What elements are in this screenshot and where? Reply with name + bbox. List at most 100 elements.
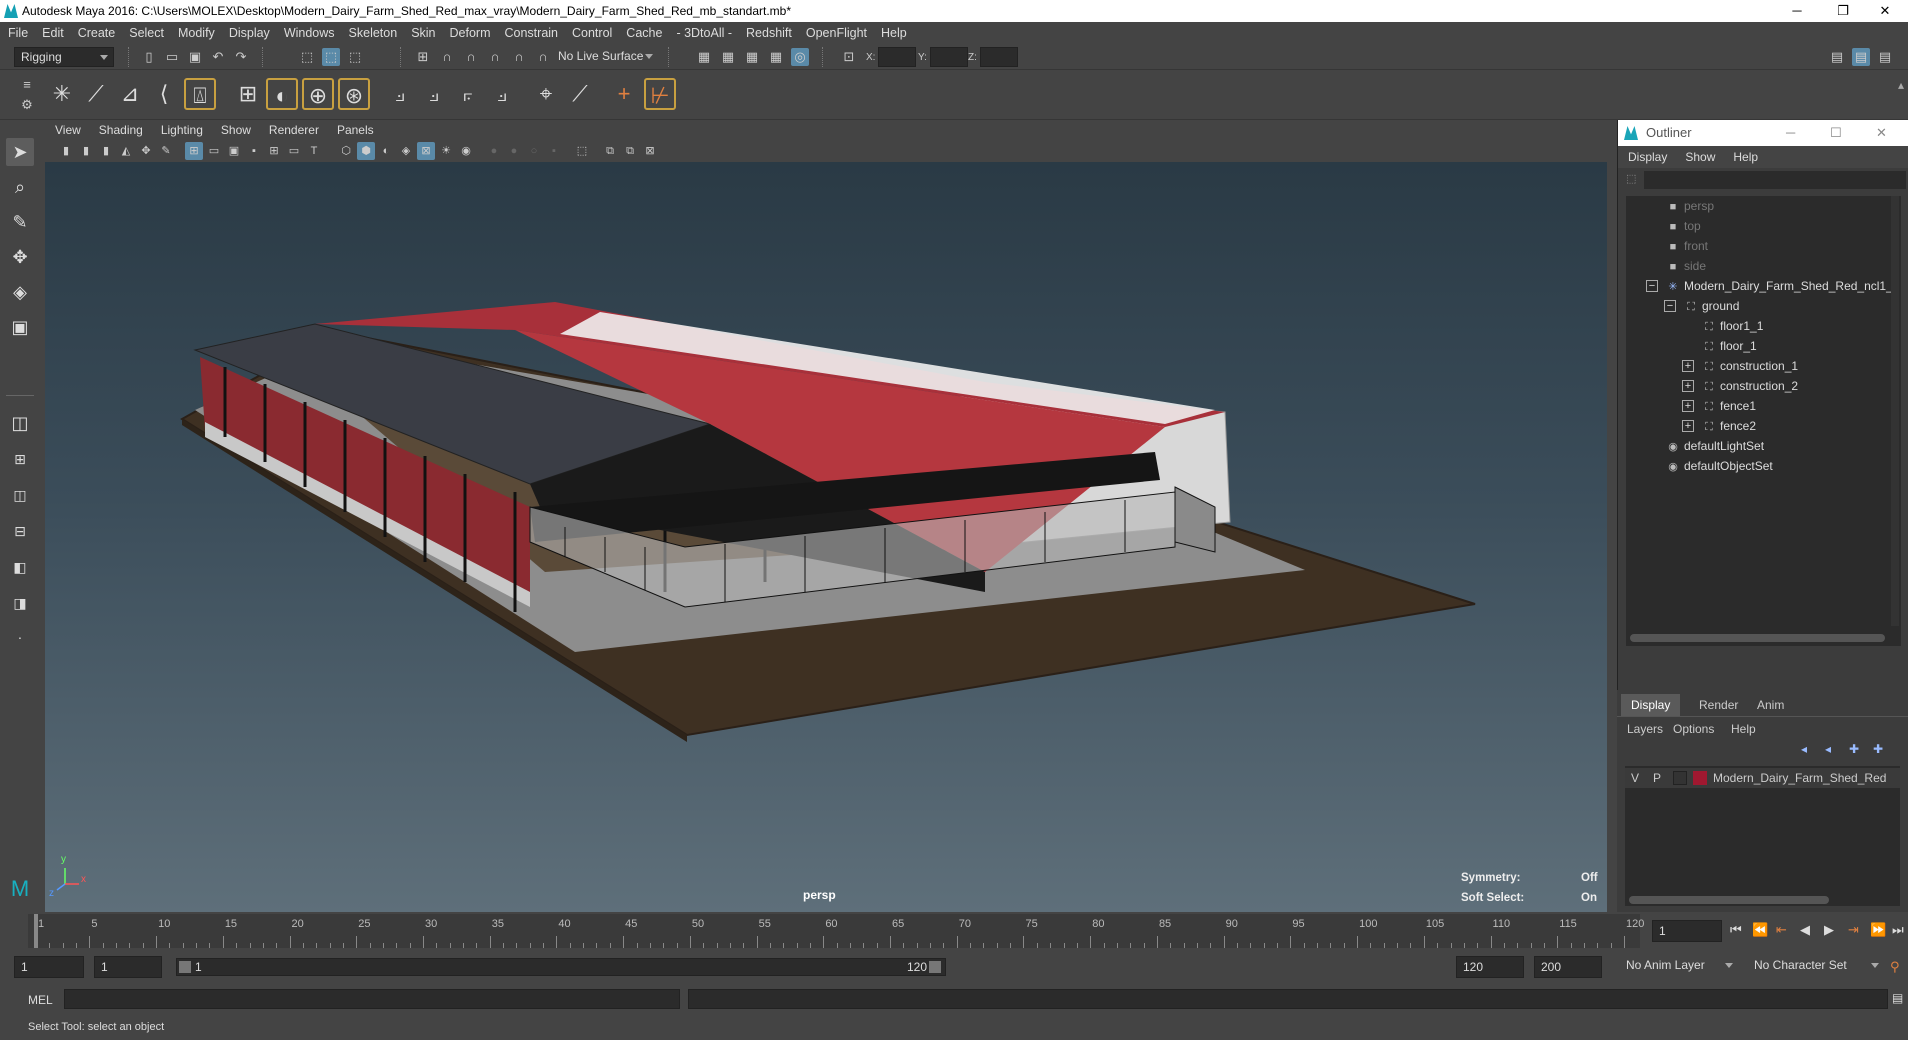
step-back-frame-icon[interactable]: ⇤ — [1776, 922, 1787, 938]
image-plane-icon[interactable]: ◭ — [117, 142, 135, 160]
safe-action-icon[interactable]: ▭ — [285, 142, 303, 160]
menu-select[interactable]: Select — [129, 26, 164, 40]
textured-icon[interactable]: ◈ — [397, 142, 415, 160]
outliner-item-construction-1[interactable]: ⛶ construction_1 — [1702, 356, 1798, 376]
step-forward-frame-icon[interactable]: ⇥ — [1848, 922, 1859, 938]
mel-label[interactable]: MEL — [28, 993, 53, 1007]
outliner-item-fence1[interactable]: ⛶ fence1 — [1702, 396, 1756, 416]
outliner-item-front[interactable]: ■ front — [1666, 236, 1708, 256]
panel-menu-view[interactable]: View — [55, 123, 81, 137]
collapse-toggle-icon[interactable]: − — [1646, 280, 1658, 292]
collapse-toggle-icon[interactable]: − — [1664, 300, 1676, 312]
menu-file[interactable]: File — [8, 26, 28, 40]
multisample-icon[interactable]: ● — [505, 142, 523, 160]
snap-surface-icon[interactable]: ∩ — [486, 48, 504, 66]
snap-curve-icon[interactable]: ∩ — [438, 48, 456, 66]
persp-graph-layout-icon[interactable]: ⊟ — [6, 517, 34, 545]
shadows-icon[interactable]: ☀ — [437, 142, 455, 160]
layer-color-swatch[interactable] — [1693, 771, 1707, 785]
isolate-select-icon[interactable]: ▪ — [545, 142, 563, 160]
open-scene-icon[interactable]: ▭ — [163, 48, 181, 66]
joint-tool-icon[interactable]: ✳ — [46, 78, 78, 110]
playback-start-field[interactable]: 1 — [94, 956, 162, 978]
snap-point-icon[interactable]: ∩ — [462, 48, 480, 66]
shelf-settings-icon[interactable]: ⚙ — [18, 96, 36, 114]
persp-outliner-layout-icon[interactable]: ◧ — [6, 553, 34, 581]
new-scene-icon[interactable]: ▯ — [140, 48, 158, 66]
undo-icon[interactable]: ↶ — [209, 48, 227, 66]
panel-menu-shading[interactable]: Shading — [99, 123, 143, 137]
animation-start-field[interactable]: 1 — [14, 956, 84, 978]
orient-constraint-icon[interactable]: ⊬ — [644, 78, 676, 110]
outliner-maximize-button[interactable]: ☐ — [1830, 120, 1842, 146]
menu-skin[interactable]: Skin — [411, 26, 435, 40]
render-current-icon[interactable]: ▦ — [719, 48, 737, 66]
use-all-lights-icon[interactable]: ⊠ — [417, 142, 435, 160]
play-forward-icon[interactable]: ▶ — [1824, 922, 1834, 938]
menu-display[interactable]: Display — [229, 26, 270, 40]
auto-key-icon[interactable]: ⚲ — [1890, 959, 1900, 975]
x-field[interactable] — [878, 47, 916, 67]
layer-playback-toggle[interactable]: P — [1653, 771, 1661, 785]
menu-create[interactable]: Create — [78, 26, 116, 40]
layer-menu-options[interactable]: Options — [1673, 722, 1714, 736]
render-settings-icon[interactable]: ▦ — [767, 48, 785, 66]
playback-end-field[interactable]: 120 — [1456, 956, 1524, 978]
outliner-menu-display[interactable]: Display — [1628, 150, 1667, 164]
outliner-item-fence2[interactable]: ⛶ fence2 — [1702, 416, 1756, 436]
outliner-v-scrollbar[interactable] — [1891, 196, 1899, 626]
attribute-editor-icon[interactable]: ▤ — [1852, 48, 1870, 66]
bind-skin-icon[interactable]: ⊞ — [232, 78, 264, 110]
outliner-layout-icon[interactable]: ◨ — [6, 589, 34, 617]
orient-joint-icon[interactable]: ⟓ — [384, 78, 416, 110]
go-to-end-icon[interactable]: ⏭ — [1892, 922, 1904, 938]
filter-icon[interactable]: ⬚ — [1626, 172, 1636, 185]
anim-layer-dropdown[interactable]: No Anim Layer — [1620, 956, 1738, 976]
time-ruler[interactable]: 1 5 10 15 20 25 30 35 40 45 50 55 60 65 70 75 80 85 90 95 10… — [28, 914, 1644, 948]
mirror-joint-icon[interactable]: ⟨ — [148, 78, 180, 110]
menu-control[interactable]: Control — [572, 26, 612, 40]
humanik-icon[interactable]: ⍍ — [184, 78, 216, 110]
paint-weights-icon[interactable]: ⊛ — [338, 78, 370, 110]
menu-cache[interactable]: Cache — [626, 26, 662, 40]
step-back-key-icon[interactable]: ⏪ — [1752, 922, 1768, 938]
menu-skeleton[interactable]: Skeleton — [349, 26, 398, 40]
range-slider[interactable]: 1 120 — [176, 958, 946, 976]
outliner-item-default-light-set[interactable]: ◉ defaultLightSet — [1666, 436, 1764, 456]
menu-windows[interactable]: Windows — [284, 26, 335, 40]
layer-row[interactable]: V P Modern_Dairy_Farm_Shed_Red — [1625, 768, 1900, 788]
camera-select-icon[interactable]: ▮ — [57, 142, 75, 160]
mel-input[interactable] — [64, 989, 680, 1009]
live-surface-field[interactable]: No Live Surface — [552, 47, 658, 67]
menu-help[interactable]: Help — [881, 26, 907, 40]
xray-icon[interactable]: ⬚ — [573, 142, 591, 160]
paint-select-icon[interactable]: ✎ — [6, 208, 34, 236]
maximize-button[interactable]: ❐ — [1820, 0, 1866, 22]
ik-spline-icon[interactable]: ⊿ — [114, 78, 146, 110]
hud-toggle-icon[interactable]: ⊠ — [641, 142, 659, 160]
shelf-menu-icon[interactable]: ≡ — [18, 76, 36, 94]
snap-live-icon[interactable]: ∩ — [534, 48, 552, 66]
perspective-viewport[interactable]: y x z persp Symmetry: Off Soft Select: O… — [45, 162, 1607, 912]
point-constraint-icon[interactable]: ⌖ — [530, 78, 562, 110]
wireframe-on-shaded-icon[interactable]: ◐ — [377, 142, 395, 160]
move-layer-up-icon[interactable]: ◂ — [1801, 742, 1807, 756]
bookmark-icon[interactable]: ▮ — [97, 142, 115, 160]
save-scene-icon[interactable]: ▣ — [186, 48, 204, 66]
four-view-layout-icon[interactable]: ⊞ — [6, 445, 34, 473]
outliner-item-construction-2[interactable]: ⛶ construction_2 — [1702, 376, 1798, 396]
select-object-icon[interactable]: ⬚ — [322, 48, 340, 66]
grid-toggle-icon[interactable]: ⊞ — [185, 142, 203, 160]
outliner-close-button[interactable]: ✕ — [1876, 120, 1887, 146]
film-gate-icon[interactable]: ▭ — [205, 142, 223, 160]
range-start-handle[interactable] — [179, 961, 191, 973]
outliner-minimize-button[interactable]: ─ — [1786, 120, 1795, 146]
outliner-item-floor1-1[interactable]: ⛶ floor1_1 — [1702, 316, 1763, 336]
layer-h-scrollbar[interactable] — [1629, 896, 1829, 904]
side-by-side-layout-icon[interactable]: ◫ — [6, 481, 34, 509]
outliner-item-side[interactable]: ■ side — [1666, 256, 1706, 276]
go-to-start-icon[interactable]: ⏮ — [1730, 922, 1742, 938]
current-frame-field[interactable]: 1 — [1652, 920, 1722, 942]
menu-edit[interactable]: Edit — [42, 26, 64, 40]
scale-tool-icon[interactable]: ▣ — [6, 313, 34, 341]
